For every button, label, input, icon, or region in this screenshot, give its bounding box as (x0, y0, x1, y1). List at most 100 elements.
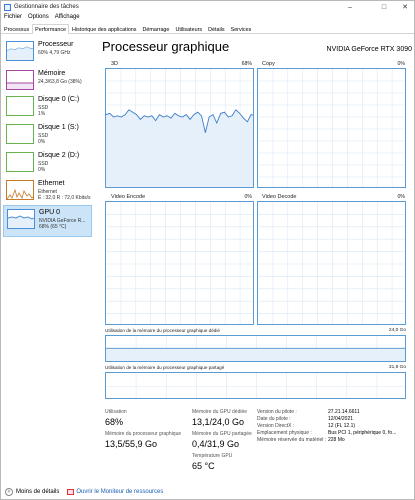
series-3d-point (201, 115, 202, 117)
title-bar: Gestionnaire des tâches – □ ✕ (1, 1, 414, 13)
dedicated-memory-value: 13,1/24,0 Go (192, 417, 245, 427)
task-manager-icon (4, 3, 11, 11)
series-3d-point (117, 115, 118, 117)
series-3d-point (243, 117, 244, 119)
menu-fichier[interactable]: Fichier (1, 14, 25, 23)
info-label: Version du pilote : (257, 409, 297, 415)
series-3d-point (109, 113, 111, 114)
series-3d-point (182, 116, 183, 118)
series-3d-point (143, 115, 145, 117)
menu-options[interactable]: Options (25, 14, 52, 23)
resource-monitor-icon (67, 489, 75, 495)
info-label: Date du pilote : (257, 416, 291, 422)
perf-sidebar: Processeur 60% 4,79 GHz Mémoire 24,3/63,… (3, 37, 92, 477)
graph-3d-svg (106, 69, 253, 187)
series-3d-point (239, 113, 241, 114)
graph-copy-percent: 0% (397, 61, 406, 67)
shared-memory-graph (105, 372, 406, 399)
temperature-value: 65 °C (192, 461, 215, 471)
less-details-link[interactable]: Moins de détails (16, 489, 59, 495)
shared-memory-svg (106, 373, 405, 398)
series-3d-point (159, 114, 160, 115)
series-3d-point (227, 116, 229, 118)
series-3d-point (166, 115, 168, 117)
graph-video-encode-label: Video Encode (111, 194, 146, 200)
gpu-memory-label: Mémoire du processeur graphique (105, 431, 182, 437)
close-icon[interactable]: ✕ (396, 1, 414, 13)
sidebar-item-sub: 1% (38, 111, 46, 117)
page-title: Processeur graphique (102, 39, 230, 54)
tab-performance[interactable]: Performance (32, 24, 70, 34)
disk-thumbnail (6, 152, 34, 172)
series-3d-point (151, 115, 153, 117)
dedicated-memory-graph (105, 335, 406, 362)
tab-services[interactable]: Services (228, 24, 255, 34)
tab-utilisateurs[interactable]: Utilisateurs (172, 24, 205, 34)
disk-thumbnail (6, 96, 34, 116)
series-3d-point (216, 122, 218, 124)
series-3d-area (106, 109, 253, 187)
sidebar-item-label: Disque 1 (S:) (38, 124, 79, 131)
graph-copy-label: Copy (262, 61, 275, 67)
tab-processus[interactable]: Processus (1, 24, 32, 34)
sidebar-item-label: Mémoire (38, 70, 66, 77)
shared-memory-value: 0,4/31,9 Go (192, 439, 240, 449)
resource-monitor-link[interactable]: Ouvrir le Moniteur de ressources (76, 489, 163, 495)
graph-copy (257, 68, 406, 188)
info-value: 12/04/2021 (328, 416, 354, 422)
footer: ˄ Moins de détails Ouvrir le Moniteur de… (1, 484, 414, 500)
series-3d-point (197, 111, 198, 113)
gpu-model-name: NVIDIA GeForce RTX 3090 (326, 46, 412, 53)
chevron-up-icon[interactable]: ˄ (5, 488, 13, 496)
sidebar-item-label: Disque 2 (D:) (38, 152, 80, 159)
series-3d-point (178, 115, 179, 117)
gpu-panel: Processeur graphique NVIDIA GeForce RTX … (102, 37, 412, 477)
menu-affichage[interactable]: Affichage (52, 14, 83, 23)
gpu-memory-value: 13,5/55,9 Go (105, 439, 158, 449)
graph-video-decode-svg (258, 202, 405, 324)
minimize-icon[interactable]: – (341, 1, 359, 13)
series-3d-point (189, 119, 191, 120)
sidebar-item-label: Processeur (38, 41, 74, 48)
shared-memory-graph-label: Utilisation de la mémoire du processeur … (105, 365, 225, 370)
graph-video-encode (105, 201, 254, 325)
maximize-icon[interactable]: □ (375, 1, 393, 13)
info-value: 27.21.14.6611 (328, 409, 360, 415)
dedicated-memory-graph-label: Utilisation de la mémoire du processeur … (105, 328, 220, 333)
temperature-label: Température GPU (192, 453, 233, 459)
shared-memory-label: Mémoire du GPU partagée (192, 431, 252, 437)
info-label: Version DirectX : (257, 423, 295, 429)
dedicated-memory-svg (106, 336, 405, 361)
tab-demarrage[interactable]: Démarrage (139, 24, 172, 34)
info-value: 12 (FL 12.1) (328, 423, 356, 429)
sidebar-item-gpu-0[interactable]: GPU 0 NVIDIA GeForce R... 68% (65 °C) (3, 205, 92, 237)
dedicated-memory-max: 24,0 Go (388, 328, 406, 333)
series-3d-point (193, 114, 195, 115)
series-3d-point (120, 116, 122, 118)
shared-memory-max: 31,9 Go (388, 365, 406, 370)
sidebar-item-processeur[interactable]: Processeur 60% 4,79 GHz (3, 38, 92, 70)
sidebar-item-label: Ethernet (38, 180, 65, 187)
graph-video-encode-percent: 0% (244, 194, 253, 200)
info-value: Bus PCI 1, périphérique 0, fo... (328, 430, 397, 436)
tab-historique[interactable]: Historique des applications (69, 24, 139, 34)
series-3d-point (132, 111, 134, 113)
series-3d-point (185, 114, 187, 115)
info-label: Mémoire réservée du matériel : (257, 437, 327, 443)
tab-bar: Processus Performance Historique des app… (1, 24, 414, 34)
series-3d-point (124, 114, 126, 115)
sidebar-item-label: Disque 0 (C:) (38, 96, 80, 103)
series-3d-point (205, 132, 206, 133)
task-manager-window: Gestionnaire des tâches – □ ✕ Fichier Op… (0, 0, 415, 500)
series-3d-point (208, 116, 210, 118)
sidebar-item-sub: É : 32,0 R : 72,0 Kbits/s (38, 195, 91, 201)
window-title: Gestionnaire des tâches (14, 4, 79, 10)
graph-3d (105, 68, 254, 188)
series-3d-point (212, 114, 214, 115)
series-3d-point (220, 113, 221, 114)
graph-copy-svg (258, 69, 405, 187)
tab-details[interactable]: Détails (205, 24, 227, 34)
series-3d-point (170, 117, 172, 119)
series-3d-point (231, 115, 233, 117)
utilisation-value: 68% (105, 417, 124, 427)
